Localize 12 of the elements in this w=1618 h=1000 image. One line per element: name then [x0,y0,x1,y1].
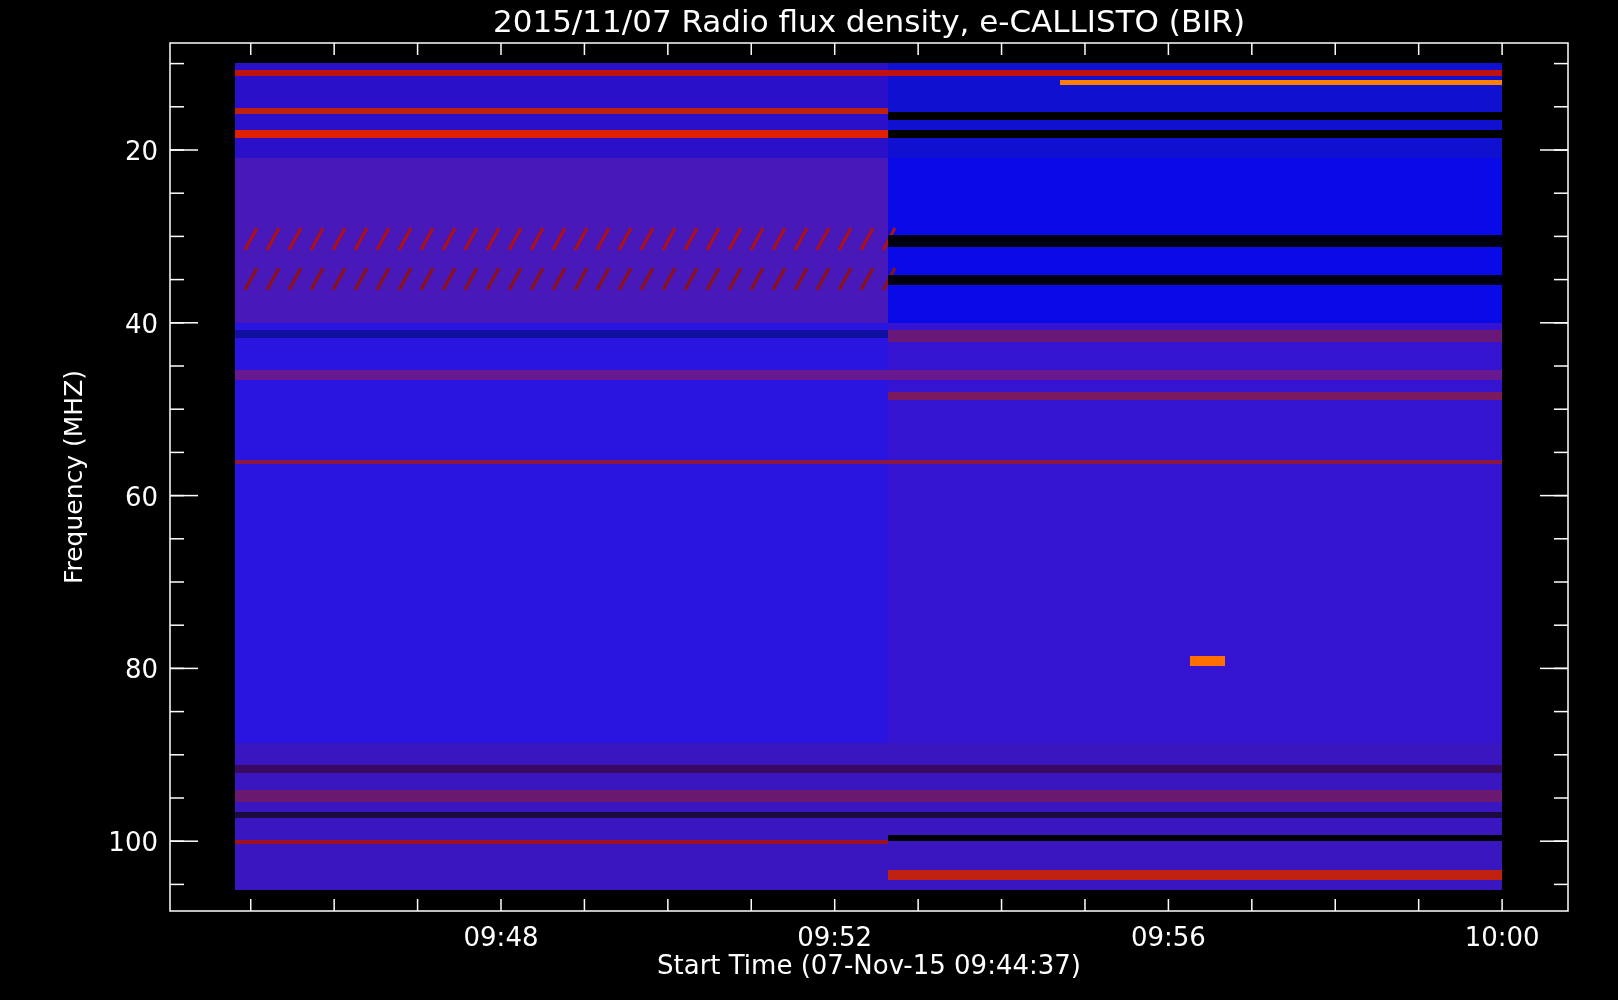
x-tick-label: 09:56 [1130,922,1206,952]
y-tick-label: 100 [108,827,158,858]
chart-title: 2015/11/07 Radio flux density, e-CALLISTO (BIR) [493,3,1245,39]
x-tick-label: 09:52 [797,922,873,952]
y-tick-label: 20 [124,136,158,166]
y-axis-label: Frequency (MHZ) [59,369,88,585]
y-tick-label: 60 [124,481,158,512]
y-tick-label: 80 [124,654,158,685]
x-axis-label: Start Time (07-Nov-15 09:44:37) [657,950,1081,980]
x-tick-label: 10:00 [1464,922,1540,952]
y-tick-label: 40 [124,308,158,339]
x-tick-label: 09:48 [463,922,539,952]
